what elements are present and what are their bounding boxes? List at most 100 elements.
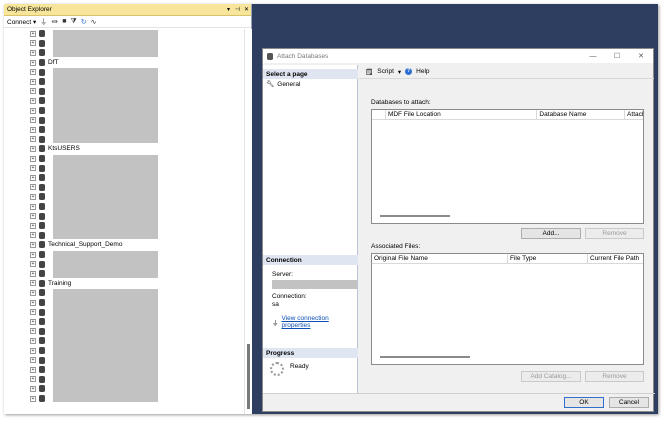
close-icon[interactable]: ✕ [242, 6, 251, 13]
expand-icon[interactable]: + [30, 165, 36, 172]
database-tree-node[interactable]: + [30, 327, 48, 337]
database-tree-node[interactable]: + [30, 183, 48, 193]
remove-button[interactable]: Remove [585, 228, 644, 239]
expand-icon[interactable]: + [30, 49, 36, 56]
minimize-icon[interactable]: — [581, 53, 605, 60]
close-icon[interactable]: ✕ [629, 52, 653, 60]
database-tree-node[interactable]: + [30, 375, 48, 385]
database-tree-node[interactable]: + [30, 317, 48, 327]
expand-icon[interactable]: + [30, 270, 36, 277]
help-button[interactable]: Help [416, 68, 429, 75]
database-tree-node[interactable]: + DfT [30, 58, 58, 68]
expand-icon[interactable]: + [30, 232, 36, 239]
database-tree-node[interactable]: + [30, 115, 48, 125]
script-button[interactable]: Script [377, 68, 394, 75]
script-icon[interactable]: 🗒︎ [365, 68, 373, 76]
database-tree-node[interactable]: + [30, 259, 48, 269]
view-connection-link[interactable]: View connection properties [282, 315, 358, 329]
database-tree-node[interactable]: + [30, 192, 48, 202]
connect-plug-icon[interactable]: ⏚ [40, 17, 47, 27]
database-tree-node[interactable]: + [30, 394, 48, 404]
expand-icon[interactable]: + [30, 299, 36, 306]
expand-icon[interactable]: + [30, 193, 36, 200]
database-tree-node[interactable]: + [30, 163, 48, 173]
col-attach[interactable]: Attach [625, 110, 643, 119]
col-mdf-file-location[interactable]: MDF File Location [386, 110, 538, 119]
database-tree-node[interactable]: + [30, 355, 48, 365]
expand-icon[interactable]: + [30, 318, 36, 325]
expand-icon[interactable]: + [30, 145, 36, 152]
maximize-icon[interactable]: ☐ [605, 52, 629, 60]
database-tree-node[interactable]: + [30, 288, 48, 298]
expand-icon[interactable]: + [30, 97, 36, 104]
refresh-icon[interactable]: ↻ [81, 18, 87, 26]
database-tree-node[interactable]: + [30, 39, 48, 49]
expand-icon[interactable]: + [30, 126, 36, 133]
database-tree-node[interactable]: + [30, 96, 48, 106]
expand-icon[interactable]: + [30, 59, 36, 66]
expand-icon[interactable]: + [30, 184, 36, 191]
expand-icon[interactable]: + [30, 222, 36, 229]
expand-icon[interactable]: + [30, 107, 36, 114]
database-tree-node[interactable]: + [30, 87, 48, 97]
expand-icon[interactable]: + [30, 155, 36, 162]
database-label[interactable]: Training [48, 280, 71, 287]
col-current-file-path[interactable]: Current File Path [588, 254, 643, 263]
expand-icon[interactable]: + [30, 69, 36, 76]
database-tree-node[interactable]: + [30, 154, 48, 164]
col-database-name[interactable]: Database Name [537, 110, 626, 119]
ok-button[interactable]: OK [564, 397, 604, 408]
expand-icon[interactable]: + [30, 78, 36, 85]
add-catalog-button[interactable]: Add Catalog... [521, 371, 581, 382]
database-tree-node[interactable]: + [30, 106, 48, 116]
expand-icon[interactable]: + [30, 280, 36, 287]
expand-icon[interactable]: + [30, 117, 36, 124]
database-tree-node[interactable]: + [30, 173, 48, 183]
database-tree-node[interactable]: + [30, 48, 48, 58]
assoc-grid-hscroll[interactable] [380, 356, 470, 358]
remove-catalog-button[interactable]: Remove [585, 371, 644, 382]
expand-icon[interactable]: + [30, 251, 36, 258]
script-dropdown-icon[interactable]: ▾ [398, 68, 401, 76]
expand-icon[interactable]: + [30, 395, 36, 402]
expand-icon[interactable]: + [30, 337, 36, 344]
expand-icon[interactable]: + [30, 241, 36, 248]
expand-icon[interactable]: + [30, 40, 36, 47]
database-label[interactable]: Technical_Support_Demo [48, 241, 122, 248]
expand-icon[interactable]: + [30, 88, 36, 95]
object-explorer-scrollbar[interactable] [244, 29, 252, 414]
database-tree-node[interactable]: + [30, 77, 48, 87]
attach-grid-hscroll[interactable] [380, 215, 450, 217]
expand-icon[interactable]: + [30, 376, 36, 383]
databases-to-attach-grid[interactable]: MDF File Location Database Name Attach [371, 109, 644, 224]
expand-icon[interactable]: + [30, 261, 36, 268]
database-tree-node[interactable]: + [30, 211, 48, 221]
expand-icon[interactable]: + [30, 213, 36, 220]
database-tree-node[interactable]: + [30, 250, 48, 260]
database-tree-node[interactable]: + [30, 221, 48, 231]
database-tree-node[interactable]: + [30, 384, 48, 394]
database-tree-node[interactable]: + [30, 365, 48, 375]
view-connection-properties[interactable]: ⏚ View connection properties [272, 315, 357, 329]
database-tree-node[interactable]: + [30, 135, 48, 145]
help-icon[interactable]: ? [405, 68, 413, 75]
database-tree-node[interactable]: + [30, 67, 48, 77]
database-tree-node[interactable]: + KtsUSERS [30, 144, 80, 154]
database-label[interactable]: KtsUSERS [48, 145, 80, 152]
col-original-file-name[interactable]: Original File Name [372, 254, 508, 263]
database-tree-node[interactable]: + [30, 336, 48, 346]
expand-icon[interactable]: + [30, 347, 36, 354]
expand-icon[interactable]: + [30, 328, 36, 335]
expand-icon[interactable]: + [30, 385, 36, 392]
expand-icon[interactable]: + [30, 174, 36, 181]
database-tree-node[interactable]: + [30, 298, 48, 308]
database-tree-node[interactable]: + Technical_Support_Demo [30, 240, 122, 250]
database-tree-node[interactable]: + [30, 231, 48, 241]
database-tree-node[interactable]: + [30, 202, 48, 212]
database-tree-node[interactable]: + [30, 29, 48, 39]
database-tree-node[interactable]: + [30, 307, 48, 317]
stop-icon[interactable]: ■ [62, 18, 66, 25]
scrollbar-thumb[interactable] [247, 344, 250, 409]
filter-icon[interactable]: ⧩ [71, 18, 77, 26]
col-file-type[interactable]: File Type [508, 254, 588, 263]
